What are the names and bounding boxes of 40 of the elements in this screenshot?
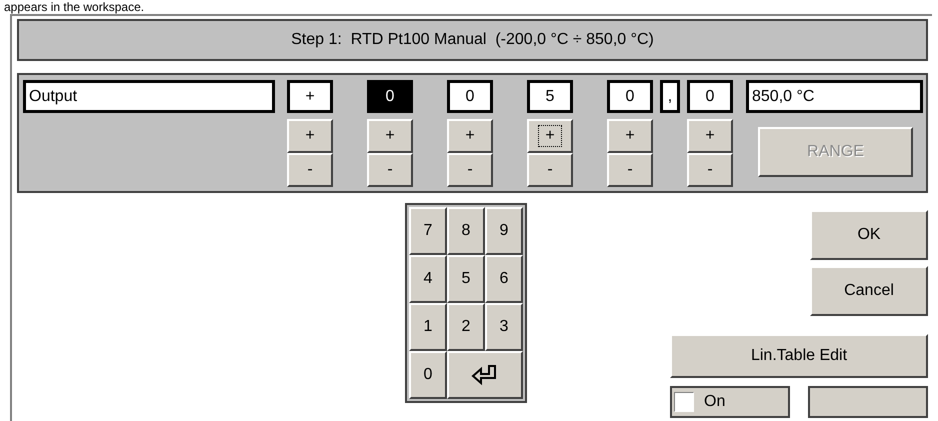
lin-table-edit-button[interactable]: Lin.Table Edit bbox=[670, 334, 928, 378]
output-field: Output bbox=[23, 80, 275, 113]
cancel-button[interactable]: Cancel bbox=[810, 266, 928, 316]
increment-button[interactable]: + bbox=[447, 119, 493, 153]
keypad-key[interactable]: 2 bbox=[447, 303, 485, 351]
decrement-button[interactable]: - bbox=[527, 153, 573, 187]
keypad-key[interactable]: 4 bbox=[409, 255, 447, 303]
increment-button[interactable]: + bbox=[687, 119, 733, 153]
keypad-key[interactable]: 3 bbox=[485, 303, 523, 351]
decrement-button[interactable]: - bbox=[287, 153, 333, 187]
digit-display[interactable]: 0 bbox=[367, 80, 413, 113]
ok-button[interactable]: OK bbox=[810, 210, 928, 260]
step-title: Step 1: RTD Pt100 Manual (-200,0 °C ÷ 850,0 °C) bbox=[17, 19, 928, 61]
decrement-button[interactable]: - bbox=[687, 153, 733, 187]
increment-button[interactable]: + bbox=[527, 119, 573, 153]
digit-display[interactable]: 5 bbox=[527, 80, 573, 113]
digit-display[interactable]: 0 bbox=[447, 80, 493, 113]
keypad-key[interactable]: 5 bbox=[447, 255, 485, 303]
increment-button[interactable]: + bbox=[367, 119, 413, 153]
value-display: 850,0 °C bbox=[746, 80, 923, 113]
increment-button[interactable]: + bbox=[287, 119, 333, 153]
keypad-key[interactable]: 9 bbox=[485, 207, 523, 255]
digit-display[interactable]: + bbox=[287, 80, 333, 113]
keypad-key[interactable]: 0 bbox=[409, 351, 447, 399]
on-checkbox[interactable]: On bbox=[670, 386, 790, 418]
keypad-key[interactable]: 1 bbox=[409, 303, 447, 351]
caption-text: appears in the workspace. bbox=[3, 0, 144, 14]
decrement-button[interactable]: - bbox=[367, 153, 413, 187]
keypad-key[interactable]: 6 bbox=[485, 255, 523, 303]
enter-key[interactable] bbox=[447, 351, 523, 399]
checkbox-square[interactable] bbox=[674, 392, 694, 412]
decimal-separator: , bbox=[660, 80, 680, 113]
decrement-button[interactable]: - bbox=[607, 153, 653, 187]
enter-arrow-icon bbox=[471, 364, 499, 386]
keypad-key[interactable]: 8 bbox=[447, 207, 485, 255]
increment-button[interactable]: + bbox=[607, 119, 653, 153]
decrement-button[interactable]: - bbox=[447, 153, 493, 187]
digit-display[interactable]: 0 bbox=[607, 80, 653, 113]
keypad-key[interactable]: 7 bbox=[409, 207, 447, 255]
digit-display[interactable]: 0 bbox=[687, 80, 733, 113]
